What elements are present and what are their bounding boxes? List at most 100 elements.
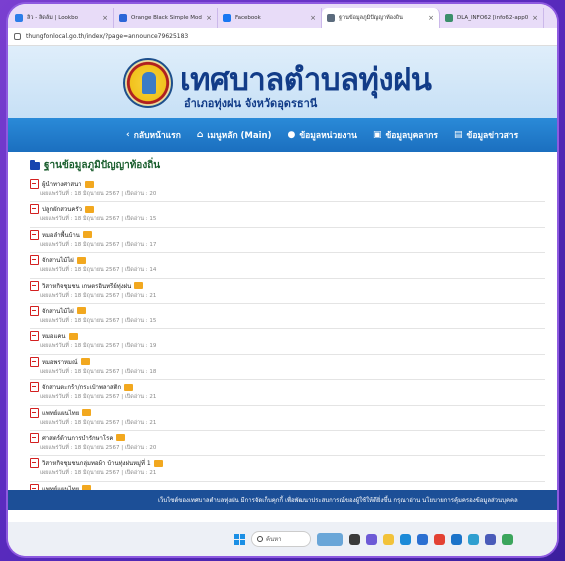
cookie-notice: เว็บไซต์ของเทศบาลตำบลทุ่งฝน มีการจัดเก็บ… [8, 490, 557, 510]
url-text[interactable]: thungfonlocal.go.th/index/?page=announce… [26, 33, 188, 40]
tab-label: ลิว - ลิดล้ม | Lookbo [27, 15, 78, 21]
list-item[interactable]: จักสานไม้ไผ่เผยแพร่วันที่ : 18 มิถุนายน … [30, 253, 545, 279]
item-title-link[interactable]: หมอแคน [42, 331, 66, 341]
nav-label: กลับหน้าแรก [133, 131, 181, 141]
teams-icon[interactable] [485, 533, 496, 545]
edge-icon[interactable] [400, 533, 411, 545]
taskbar-search[interactable]: ค้นหา [251, 531, 311, 547]
site-subtitle: อำเภอทุ่งฝน จังหวัดอุดรธานี [184, 97, 318, 110]
chrome-icon[interactable] [434, 533, 445, 545]
item-title-link[interactable]: หมอลำพื้นบ้าน [42, 230, 80, 240]
new-badge-icon [76, 256, 86, 264]
item-meta: เผยแพร่วันที่ : 18 มิถุนายน 2567 | เปิดอ… [40, 191, 157, 197]
nav-label: ข้อมูลหน่วยงาน [299, 131, 357, 141]
site-info-icon[interactable] [14, 33, 21, 40]
item-title-link[interactable]: วิสาหกิจชุมชนกลุ่มทอผ้า บ้านทุ่งฝนหมู่ที… [42, 458, 151, 468]
list-item[interactable]: ผู้นำทางศาสนาเผยแพร่วันที่ : 18 มิถุนายน… [30, 177, 545, 203]
tab-close-icon[interactable]: × [428, 14, 434, 22]
list-item[interactable]: แพทย์แผนไทย [30, 482, 545, 490]
news-icon: ▤ [454, 130, 463, 140]
browser-tab-bar: ลิว - ลิดล้ม | Lookbo × Orange Black Simpl… [8, 4, 557, 28]
item-title-link[interactable]: แพทย์แผนไทย [42, 484, 79, 490]
file-explorer-icon[interactable] [383, 533, 394, 545]
browser-tab[interactable]: Facebook × [218, 8, 322, 28]
pdf-icon [30, 204, 39, 215]
tab-favicon-icon [445, 14, 453, 22]
folder-icon [30, 159, 40, 170]
list-item[interactable]: วิสาหกิจชุมชนกลุ่มทอผ้า บ้านทุ่งฝนหมู่ที… [30, 456, 545, 482]
tab-close-icon[interactable]: × [102, 14, 108, 22]
item-title-link[interactable]: จักสานไม้ไผ่ [42, 306, 74, 316]
new-badge-icon [68, 332, 78, 340]
list-item[interactable]: หมอแคน เผยแพร่วันที่ : 18 มิถุนายน 2567 |… [30, 329, 545, 355]
nav-main-menu[interactable]: ⌂ เมนูหลัก (Main) [197, 128, 272, 142]
item-meta: เผยแพร่วันที่ : 18 มิถุนายน 2567 | เปิดอ… [40, 419, 157, 426]
tab-label: Orange Black Simple Modern [131, 15, 202, 21]
windows-taskbar: ค้นหา [8, 522, 557, 556]
item-title-link[interactable]: วิสาหกิจชุมชน เกษตรอินทรีย์ทุ่งฝน [42, 281, 131, 291]
nav-label: ข้อมูลข่าวสาร [466, 131, 519, 141]
pdf-icon [30, 432, 39, 443]
store-icon[interactable] [417, 533, 428, 545]
pdf-icon [30, 280, 39, 291]
nav-news[interactable]: ▤ ข้อมูลข่าวสาร [454, 128, 518, 142]
tab-close-icon[interactable]: × [532, 14, 538, 22]
list-item[interactable]: วิสาหกิจชุมชน เกษตรอินทรีย์ทุ่งฝน เผยแพร่… [30, 279, 545, 304]
nav-agency-info[interactable]: ● ข้อมูลหน่วยงาน [287, 128, 357, 142]
item-title-link[interactable]: แพทย์แผนไทย [42, 408, 79, 418]
list-item[interactable]: จักสานตะกร้า/กระเป๋าพลาสติก เผยแพร่วันที่… [30, 380, 545, 406]
item-meta: เผยแพร่วันที่ : 18 มิถุนายน 2567 | เปิดอ… [40, 368, 157, 375]
tab-favicon-icon [15, 14, 23, 22]
list-item[interactable]: ปลูกผักสวนครัว เผยแพร่วันที่ : 18 มิถุนาย… [30, 202, 545, 228]
taskbar-apps [317, 532, 513, 546]
content-area: ฐานข้อมูลภูมิปัญญาท้องถิ่น ผู้นำทางศาสนา… [8, 152, 557, 490]
item-meta: เผยแพร่วันที่ : 18 มิถุนายน 2567 | เปิดอ… [40, 241, 157, 248]
item-title-link[interactable]: จักสานไม้ไผ่ [42, 255, 74, 265]
list-item[interactable]: จักสานไม้ไผ่ เผยแพร่วันที่ : 18 มิถุนายน … [30, 304, 545, 330]
item-title-link[interactable]: ปลูกผักสวนครัว [42, 204, 82, 214]
main-nav: ‹ กลับหน้าแรก ⌂ เมนูหลัก (Main) ● ข้อมูล… [8, 118, 557, 152]
chrome-2-icon[interactable] [502, 533, 513, 545]
list-item[interactable]: หมอพราหมณ์ เผยแพร่วันที่ : 18 มิถุนายน 25… [30, 355, 545, 381]
list-item[interactable]: หมอลำพื้นบ้าน เผยแพร่วันที่ : 18 มิถุนายน… [30, 228, 545, 254]
pdf-icon [30, 458, 39, 469]
windows-start-icon[interactable] [234, 533, 245, 545]
tab-close-icon[interactable]: × [310, 14, 316, 22]
browser-tab[interactable]: ฐานข้อมูลภูมิปัญญาท้องถิ่น × [322, 8, 440, 28]
item-meta: เผยแพร่วันที่ : 18 มิถุนายน 2567 | เปิดอ… [40, 267, 157, 274]
browser-tab[interactable]: DLA_INFO62 [info62-app02] × [440, 8, 544, 28]
item-title-link[interactable]: ศาสตร์ด้านการบำรักษาโรค [42, 433, 113, 443]
cookie-notice-text: เว็บไซต์ของเทศบาลตำบลทุ่งฝน มีการจัดเก็บ… [158, 497, 518, 504]
widgets-icon[interactable] [349, 533, 360, 545]
pdf-icon [30, 356, 39, 367]
mail-icon[interactable] [451, 533, 462, 545]
tab-close-icon[interactable]: × [206, 14, 212, 22]
item-meta: เผยแพร่วันที่ : 18 มิถุนายน 2567 | เปิดอ… [40, 470, 157, 477]
item-title-link[interactable]: ผู้นำทางศาสนา [42, 179, 82, 189]
address-bar[interactable]: thungfonlocal.go.th/index/?page=announce… [8, 28, 557, 46]
new-badge-icon [85, 205, 95, 213]
document-list: ผู้นำทางศาสนาเผยแพร่วันที่ : 18 มิถุนายน… [30, 177, 545, 490]
browser-tab[interactable]: Orange Black Simple Modern × [114, 8, 218, 28]
item-meta: เผยแพร่วันที่ : 18 มิถุนายน 2567 | เปิดอ… [40, 292, 157, 299]
nav-personnel[interactable]: ▣ ข้อมูลบุคลากร [373, 128, 438, 142]
list-item[interactable]: แพทย์แผนไทย เผยแพร่วันที่ : 18 มิถุนายน 2… [30, 406, 545, 431]
pdf-icon [30, 483, 39, 490]
municipality-logo [123, 58, 173, 108]
nav-back-home[interactable]: ‹ กลับหน้าแรก [126, 128, 181, 142]
item-title-link[interactable]: จักสานตะกร้า/กระเป๋าพลาสติก [42, 382, 121, 392]
tab-label: Facebook [235, 15, 261, 21]
photos-icon[interactable] [468, 533, 479, 545]
item-meta: เผยแพร่วันที่ : 18 มิถุนายน 2567 | เปิดอ… [40, 317, 157, 324]
list-item[interactable]: ศาสตร์ด้านการบำรักษาโรค เผยแพร่วันที่ : 1… [30, 431, 545, 457]
new-badge-icon [116, 434, 126, 442]
new-badge-icon [84, 180, 94, 188]
pdf-icon [30, 331, 39, 342]
landscape-app-icon[interactable] [317, 532, 343, 546]
info-icon: ● [287, 130, 296, 140]
item-title-link[interactable]: หมอพราหมณ์ [42, 357, 78, 367]
browser-tab[interactable]: ลิว - ลิดล้ม | Lookbo × [10, 8, 114, 28]
screen-frame: ลิว - ลิดล้ม | Lookbo × Orange Black Simpl… [8, 4, 557, 556]
copilot-icon[interactable] [366, 533, 377, 545]
new-badge-icon [82, 409, 92, 417]
